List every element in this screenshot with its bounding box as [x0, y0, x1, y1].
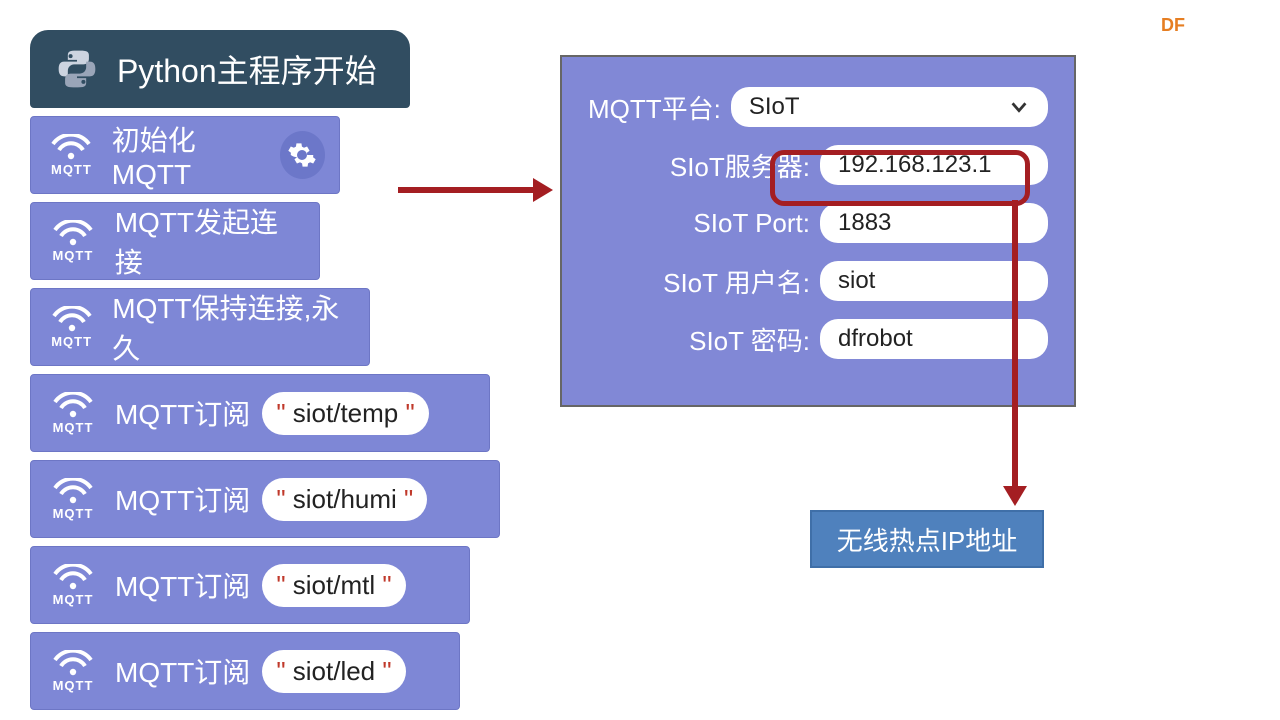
python-icon: [53, 45, 101, 93]
wifi-icon-label: MQTT: [53, 678, 94, 693]
wifi-icon-label: MQTT: [51, 162, 92, 177]
server-label: SIoT服务器:: [670, 147, 810, 184]
string-argument[interactable]: " siot/mtl ": [262, 564, 405, 607]
block-mqtt-subscribe-led[interactable]: MQTT MQTT订阅 " siot/led ": [30, 632, 460, 710]
wifi-mqtt-icon: MQTT: [45, 392, 101, 435]
block-mqtt-init[interactable]: MQTT 初始化MQTT: [30, 116, 340, 194]
python-start-label: Python主程序开始: [117, 46, 377, 92]
wifi-icon-label: MQTT: [53, 420, 94, 435]
block-label: MQTT订阅: [115, 565, 250, 605]
wifi-icon-label: MQTT: [53, 592, 94, 607]
row-platform: MQTT平台: SIoT: [588, 87, 1048, 127]
chevron-down-icon: [1008, 96, 1030, 118]
gear-icon[interactable]: [280, 131, 325, 179]
arrow-right-icon: [398, 170, 553, 210]
server-input[interactable]: 192.168.123.1: [820, 145, 1048, 185]
block-mqtt-subscribe-humi[interactable]: MQTT MQTT订阅 " siot/humi ": [30, 460, 500, 538]
wifi-mqtt-icon: MQTT: [45, 134, 98, 177]
block-stack: Python主程序开始 MQTT 初始化MQTT MQTT MQTT发起连接 M…: [30, 30, 480, 718]
row-user: SIoT 用户名: siot: [588, 261, 1048, 301]
block-mqtt-connect[interactable]: MQTT MQTT发起连接: [30, 202, 320, 280]
block-label: MQTT订阅: [115, 651, 250, 691]
wifi-icon-label: MQTT: [53, 506, 94, 521]
df-logo: DF: [1161, 15, 1185, 36]
user-label: SIoT 用户名:: [663, 263, 810, 300]
block-mqtt-subscribe-temp[interactable]: MQTT MQTT订阅 " siot/temp ": [30, 374, 490, 452]
wifi-mqtt-icon: MQTT: [45, 306, 98, 349]
block-mqtt-keepalive[interactable]: MQTT MQTT保持连接,永久: [30, 288, 370, 366]
platform-select[interactable]: SIoT: [731, 87, 1048, 127]
block-label: MQTT保持连接,永久: [112, 287, 355, 367]
row-server: SIoT服务器: 192.168.123.1: [588, 145, 1048, 185]
block-label: MQTT订阅: [115, 479, 250, 519]
block-label: MQTT发起连接: [115, 201, 305, 281]
pass-label: SIoT 密码:: [689, 321, 810, 358]
row-pass: SIoT 密码: dfrobot: [588, 319, 1048, 359]
block-label: 初始化MQTT: [112, 119, 266, 191]
string-argument[interactable]: " siot/led ": [262, 650, 405, 693]
arrow-down-icon: [1000, 200, 1030, 506]
block-label: MQTT订阅: [115, 393, 250, 433]
wifi-mqtt-icon: MQTT: [45, 478, 101, 521]
python-start-block[interactable]: Python主程序开始: [30, 30, 410, 108]
mqtt-config-panel: MQTT平台: SIoT SIoT服务器: 192.168.123.1 SIoT…: [560, 55, 1076, 407]
platform-label: MQTT平台:: [588, 89, 721, 126]
block-mqtt-subscribe-mtl[interactable]: MQTT MQTT订阅 " siot/mtl ": [30, 546, 470, 624]
wifi-icon-label: MQTT: [51, 334, 92, 349]
ip-callout: 无线热点IP地址: [810, 510, 1044, 568]
wifi-icon-label: MQTT: [52, 248, 93, 263]
wifi-mqtt-icon: MQTT: [45, 564, 101, 607]
string-argument[interactable]: " siot/humi ": [262, 478, 427, 521]
row-port: SIoT Port: 1883: [588, 203, 1048, 243]
wifi-mqtt-icon: MQTT: [45, 650, 101, 693]
port-label: SIoT Port:: [693, 208, 810, 239]
string-argument[interactable]: " siot/temp ": [262, 392, 428, 435]
wifi-mqtt-icon: MQTT: [45, 220, 101, 263]
